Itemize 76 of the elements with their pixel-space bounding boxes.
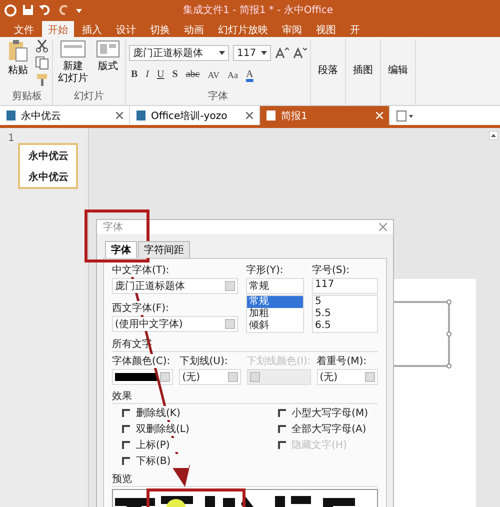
close-icon[interactable] (116, 112, 123, 119)
caret-icon (219, 51, 225, 55)
format-button[interactable]: A (244, 69, 256, 80)
close-icon[interactable] (246, 112, 253, 119)
ribbon-tab[interactable]: 幻灯片放映 (212, 21, 274, 37)
effect-checkbox[interactable]: 下标(B) (122, 454, 190, 468)
save-icon[interactable] (22, 4, 34, 16)
ribbon-tab[interactable]: 视图 (310, 21, 342, 37)
list-option[interactable]: 5.5 (313, 308, 377, 320)
group-label: 剪贴板 (12, 90, 42, 103)
group-label: 字体 (208, 90, 228, 103)
ribbon-tab[interactable]: 插入 (76, 21, 108, 37)
document-icon (136, 110, 146, 121)
group-label: 幻灯片 (74, 90, 104, 103)
copy-icon[interactable] (35, 56, 49, 70)
emphasis-dropdown[interactable]: (无) (316, 369, 378, 385)
layout-button[interactable]: 版式 (94, 39, 122, 84)
dialog-title: 字体 (103, 220, 123, 234)
document-icon (266, 110, 276, 121)
scroll-up-icon[interactable] (489, 131, 498, 140)
format-button[interactable]: I (144, 69, 152, 80)
format-button[interactable]: abc (184, 69, 202, 80)
ribbon-tab[interactable]: 设计 (110, 21, 142, 37)
close-icon[interactable] (379, 223, 387, 231)
underline-dropdown[interactable]: (无) (179, 369, 241, 385)
ribbon-group-button[interactable]: 插图 (349, 63, 377, 77)
dialog-tab[interactable]: 字符间距 (138, 241, 190, 258)
format-button[interactable]: Aa (226, 70, 240, 80)
ribbon-tab[interactable]: 审阅 (276, 21, 308, 37)
ribbon-tab[interactable]: 动画 (178, 21, 210, 37)
list-option[interactable]: 加粗 (247, 308, 303, 320)
ribbon-tab[interactable]: 切换 (144, 21, 176, 37)
document-tab[interactable]: 简报1 (260, 106, 390, 125)
new-slide-button[interactable]: 新建 幻灯片 (56, 39, 90, 84)
window-title: 集成文件1 - 简报1 * - 永中Office (183, 4, 334, 17)
redo-icon[interactable] (57, 4, 70, 16)
font-size-dropdown[interactable]: 117 (233, 45, 271, 61)
section-heading: 效果 (112, 389, 378, 404)
undo-icon[interactable] (39, 4, 52, 16)
effect-checkbox[interactable]: 小型大写字母(M) (278, 406, 368, 420)
font-size-field[interactable]: 117 (312, 278, 378, 294)
font-name-dropdown[interactable]: 庞门正道标题体 (129, 45, 229, 61)
list-option[interactable]: 常规 (247, 296, 303, 308)
new-document-icon[interactable] (396, 110, 414, 122)
dialog-tab[interactable]: 字体 (105, 241, 137, 258)
paste-button[interactable]: 粘贴 (5, 39, 31, 87)
format-button[interactable]: S (170, 69, 180, 80)
ribbon-group-button[interactable]: 编辑 (384, 63, 412, 77)
shrink-font-icon[interactable] (293, 47, 307, 59)
slide-number: 1 (8, 133, 14, 144)
underline-color-dropdown[interactable] (246, 369, 311, 385)
format-button[interactable]: AV (206, 70, 222, 80)
list-option[interactable]: 5 (313, 296, 377, 308)
cut-icon[interactable] (35, 39, 49, 53)
document-icon (6, 110, 16, 121)
list-option[interactable]: 6.5 (313, 320, 377, 332)
grow-font-icon[interactable] (275, 47, 289, 59)
western-font-dropdown[interactable]: (使用中文字体) (112, 316, 238, 332)
chinese-font-dropdown[interactable]: 庞门正道标题体 (112, 278, 238, 294)
list-option[interactable]: 倾斜 (247, 320, 303, 332)
format-button[interactable]: B (129, 69, 140, 80)
format-button[interactable]: U (155, 69, 166, 80)
ribbon-tab[interactable]: 开始 (42, 21, 74, 37)
effect-checkbox[interactable]: 双删除线(L) (122, 422, 190, 436)
ribbon-group-button[interactable]: 段落 (314, 63, 342, 77)
cursor-highlight (166, 499, 186, 507)
slide-thumbnail[interactable]: 永中优云 永中优云 (18, 143, 78, 189)
app-logo-icon[interactable] (4, 4, 17, 16)
font-color-dropdown[interactable] (112, 369, 174, 385)
ribbon-tab[interactable]: 文件 (8, 21, 40, 37)
field-label: 下划线颜色(I): (246, 354, 311, 368)
effect-checkbox[interactable]: 全部大写字母(A) (278, 422, 368, 436)
font-style-field[interactable]: 常规 (246, 278, 304, 294)
caret-icon (261, 51, 267, 55)
paintbrush-icon[interactable] (35, 73, 49, 87)
ribbon-tab[interactable]: 开 (344, 21, 366, 37)
